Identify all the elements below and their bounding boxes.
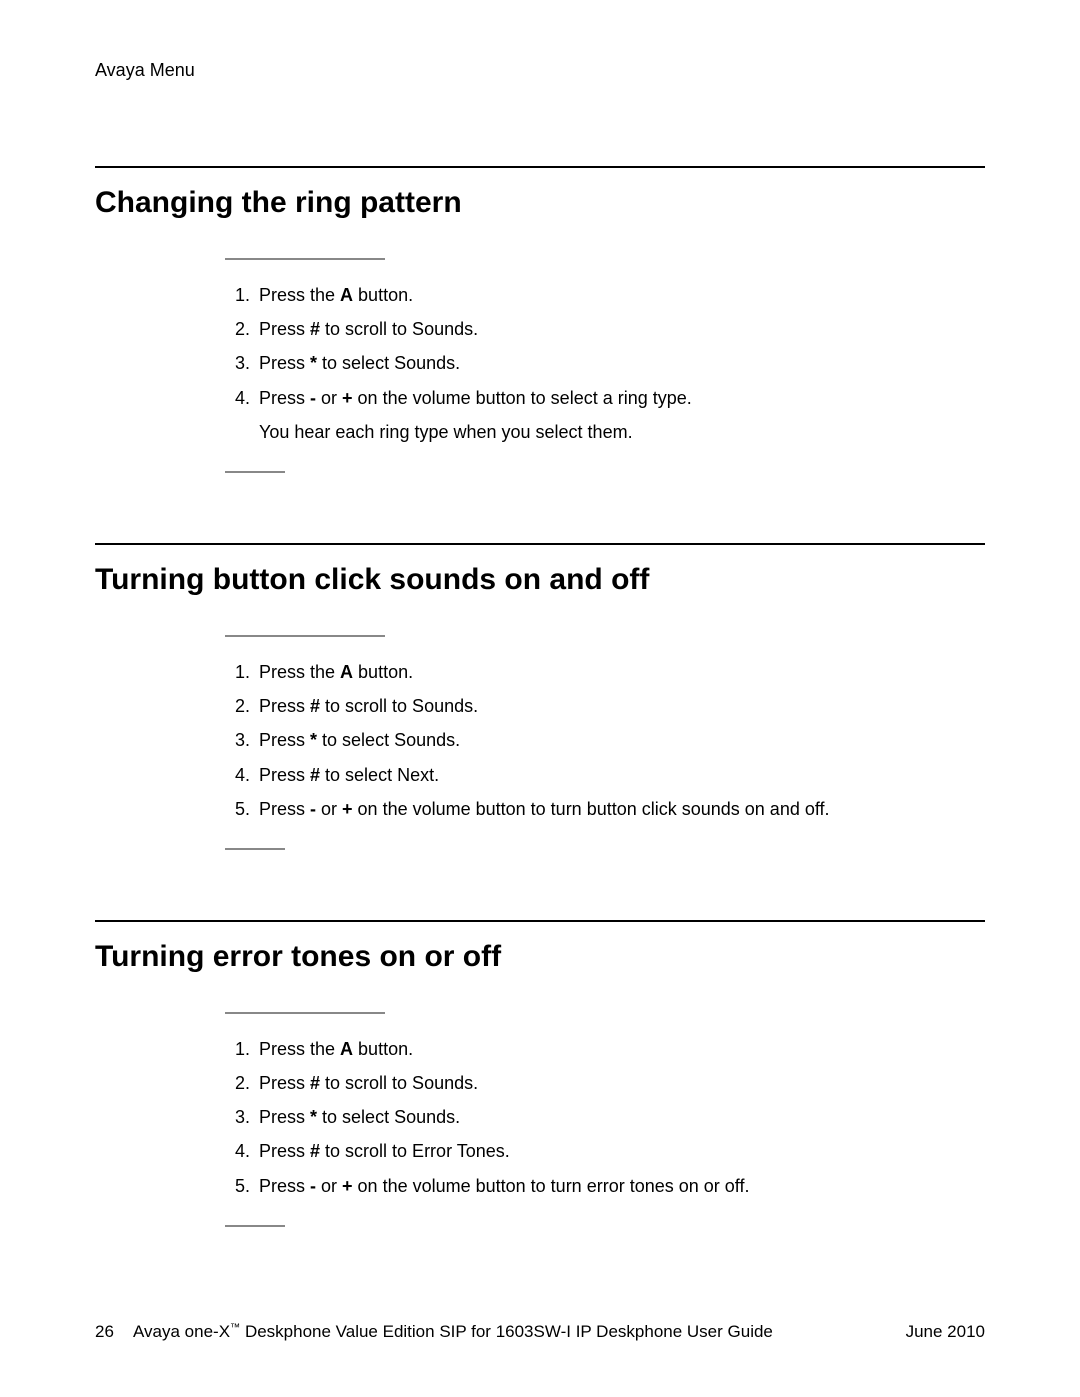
key-label: * — [310, 730, 317, 750]
step-list: Press the A button.Press # to scroll to … — [225, 1032, 985, 1203]
trademark-symbol: ™ — [230, 1322, 240, 1333]
section-divider — [95, 543, 985, 545]
step-item: Press # to scroll to Sounds. — [255, 689, 985, 723]
key-label: A — [340, 1039, 353, 1059]
step-list: Press the A button.Press # to scroll to … — [225, 278, 985, 449]
key-label: * — [310, 353, 317, 373]
step-note: You hear each ring type when you select … — [259, 415, 985, 449]
short-divider — [225, 258, 385, 260]
key-label: + — [342, 799, 353, 819]
step-item: Press # to select Next. — [255, 758, 985, 792]
document-page: Avaya Menu Changing the ring pattern Pres… — [0, 0, 1080, 1397]
short-divider — [225, 471, 285, 473]
step-list: Press the A button.Press # to scroll to … — [225, 655, 985, 826]
key-label: # — [310, 765, 320, 785]
page-number: 26 — [95, 1322, 133, 1342]
step-item: Press - or + on the volume button to tur… — [255, 1169, 985, 1203]
key-label: - — [310, 388, 316, 408]
step-item: Press # to scroll to Error Tones. — [255, 1134, 985, 1168]
short-divider — [225, 1225, 285, 1227]
footer-title-post: Deskphone Value Edition SIP for 1603SW-I… — [240, 1322, 773, 1341]
section-title: Turning button click sounds on and off — [95, 563, 985, 597]
section: Changing the ring pattern Press the A but… — [95, 166, 985, 473]
section-title: Turning error tones on or off — [95, 940, 985, 974]
key-label: A — [340, 662, 353, 682]
page-footer: 26 Avaya one-X™ Deskphone Value Edition … — [95, 1322, 985, 1342]
sections-container: Changing the ring pattern Press the A but… — [95, 166, 985, 1227]
step-item: Press the A button. — [255, 1032, 985, 1066]
key-label: - — [310, 1176, 316, 1196]
key-label: A — [340, 285, 353, 305]
key-label: - — [310, 799, 316, 819]
section-divider — [95, 166, 985, 168]
short-divider — [225, 848, 285, 850]
section-title: Changing the ring pattern — [95, 186, 985, 220]
step-item: Press # to scroll to Sounds. — [255, 1066, 985, 1100]
step-item: Press * to select Sounds. — [255, 723, 985, 757]
footer-title: Avaya one-X™ Deskphone Value Edition SIP… — [133, 1322, 906, 1342]
key-label: # — [310, 1141, 320, 1161]
short-divider — [225, 635, 385, 637]
section: Turning button click sounds on and off Pr… — [95, 543, 985, 850]
key-label: # — [310, 696, 320, 716]
key-label: # — [310, 319, 320, 339]
key-label: + — [342, 388, 353, 408]
section-divider — [95, 920, 985, 922]
step-item: Press - or + on the volume button to tur… — [255, 792, 985, 826]
step-item: Press the A button. — [255, 655, 985, 689]
key-label: * — [310, 1107, 317, 1127]
key-label: + — [342, 1176, 353, 1196]
footer-date: June 2010 — [906, 1322, 985, 1342]
page-header: Avaya Menu — [95, 60, 985, 81]
key-label: # — [310, 1073, 320, 1093]
short-divider — [225, 1012, 385, 1014]
footer-title-pre: Avaya one-X — [133, 1322, 230, 1341]
section: Turning error tones on or off Press the A… — [95, 920, 985, 1227]
step-item: Press * to select Sounds. — [255, 1100, 985, 1134]
step-item: Press - or + on the volume button to sel… — [255, 381, 985, 449]
step-item: Press * to select Sounds. — [255, 346, 985, 380]
step-item: Press the A button. — [255, 278, 985, 312]
step-item: Press # to scroll to Sounds. — [255, 312, 985, 346]
